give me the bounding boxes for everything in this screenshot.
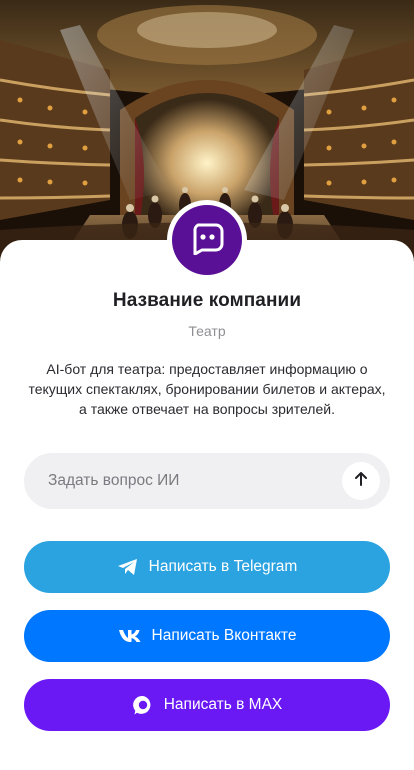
vk-button[interactable]: Написать Вконтакте — [24, 610, 390, 662]
telegram-icon — [117, 558, 139, 576]
chat-bot-face-icon — [190, 221, 224, 260]
send-button[interactable] — [342, 462, 380, 500]
max-button[interactable]: Написать в MAX — [24, 679, 390, 731]
avatar — [172, 205, 242, 275]
company-name: Название компании — [112, 290, 302, 311]
vk-icon — [118, 629, 142, 643]
company-description: AI-бот для театра: предоставляет информа… — [28, 361, 386, 417]
arrow-up-icon — [353, 471, 369, 492]
ask-ai-field — [24, 453, 390, 509]
telegram-button[interactable]: Написать в Telegram — [24, 541, 390, 593]
ask-ai-input[interactable] — [48, 472, 328, 490]
max-icon — [132, 694, 154, 716]
telegram-button-label: Написать в Telegram — [148, 558, 298, 575]
company-category: Театр — [188, 323, 226, 339]
max-button-label: Написать в MAX — [163, 696, 283, 713]
vk-button-label: Написать Вконтакте — [151, 627, 297, 644]
